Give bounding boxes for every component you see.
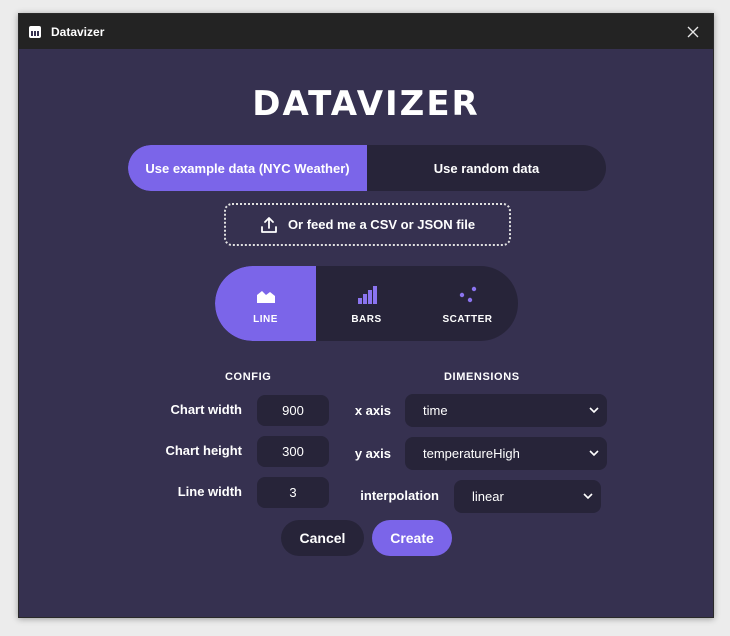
chart-type-scatter-label: SCATTER (442, 314, 493, 325)
chevron-down-icon (589, 450, 599, 457)
interpolation-label: interpolation (360, 488, 439, 503)
interpolation-value: linear (472, 489, 504, 504)
chart-type-line[interactable]: LINE (215, 266, 316, 341)
chart-width-label: Chart width (170, 402, 243, 417)
chevron-down-icon (589, 407, 599, 414)
upload-icon (261, 216, 277, 233)
y-axis-select[interactable]: temperatureHigh (405, 437, 607, 470)
config-heading: CONFIG (225, 371, 272, 383)
close-icon (687, 26, 699, 37)
chart-width-input[interactable]: 900 (257, 395, 329, 426)
chevron-down-icon (583, 493, 593, 500)
chart-type-scatter[interactable]: SCATTER (417, 266, 518, 341)
line-width-input[interactable]: 3 (257, 477, 329, 508)
chart-type-toggle: LINE BARS SCATTER (215, 266, 518, 341)
bar-chart-icon (357, 286, 377, 304)
window-title: Datavizer (51, 24, 105, 39)
x-axis-value: time (423, 403, 448, 418)
data-source-toggle: Use example data (NYC Weather) Use rando… (128, 145, 606, 191)
y-axis-value: temperatureHigh (423, 446, 520, 461)
line-width-label: Line width (177, 484, 242, 499)
y-axis-label: y axis (354, 446, 391, 461)
interpolation-select[interactable]: linear (454, 480, 601, 513)
app-brand-title: DATAVIZER (252, 84, 480, 124)
chart-type-bars[interactable]: BARS (316, 266, 417, 341)
cancel-button[interactable]: Cancel (281, 520, 364, 556)
x-axis-label: x axis (354, 403, 391, 418)
x-axis-select[interactable]: time (405, 394, 607, 427)
upload-label: Or feed me a CSV or JSON file (287, 217, 476, 232)
chart-type-line-label: LINE (253, 314, 278, 325)
chart-height-input[interactable]: 300 (257, 436, 329, 467)
dimensions-heading: DIMENSIONS (444, 371, 520, 383)
close-button[interactable] (673, 14, 713, 49)
line-area-chart-icon (256, 291, 275, 303)
file-upload-button[interactable]: Or feed me a CSV or JSON file (224, 203, 511, 246)
example-data-option[interactable]: Use example data (NYC Weather) (128, 145, 367, 191)
title-bar: Datavizer (19, 14, 713, 49)
create-button[interactable]: Create (372, 520, 452, 556)
app-window: Datavizer DATAVIZER Use example data (NY… (18, 13, 714, 618)
chart-height-label: Chart height (165, 443, 242, 458)
scatter-chart-icon (459, 286, 476, 303)
chart-bars-icon (29, 25, 41, 38)
random-data-option[interactable]: Use random data (367, 145, 606, 191)
chart-type-bars-label: BARS (351, 314, 382, 325)
